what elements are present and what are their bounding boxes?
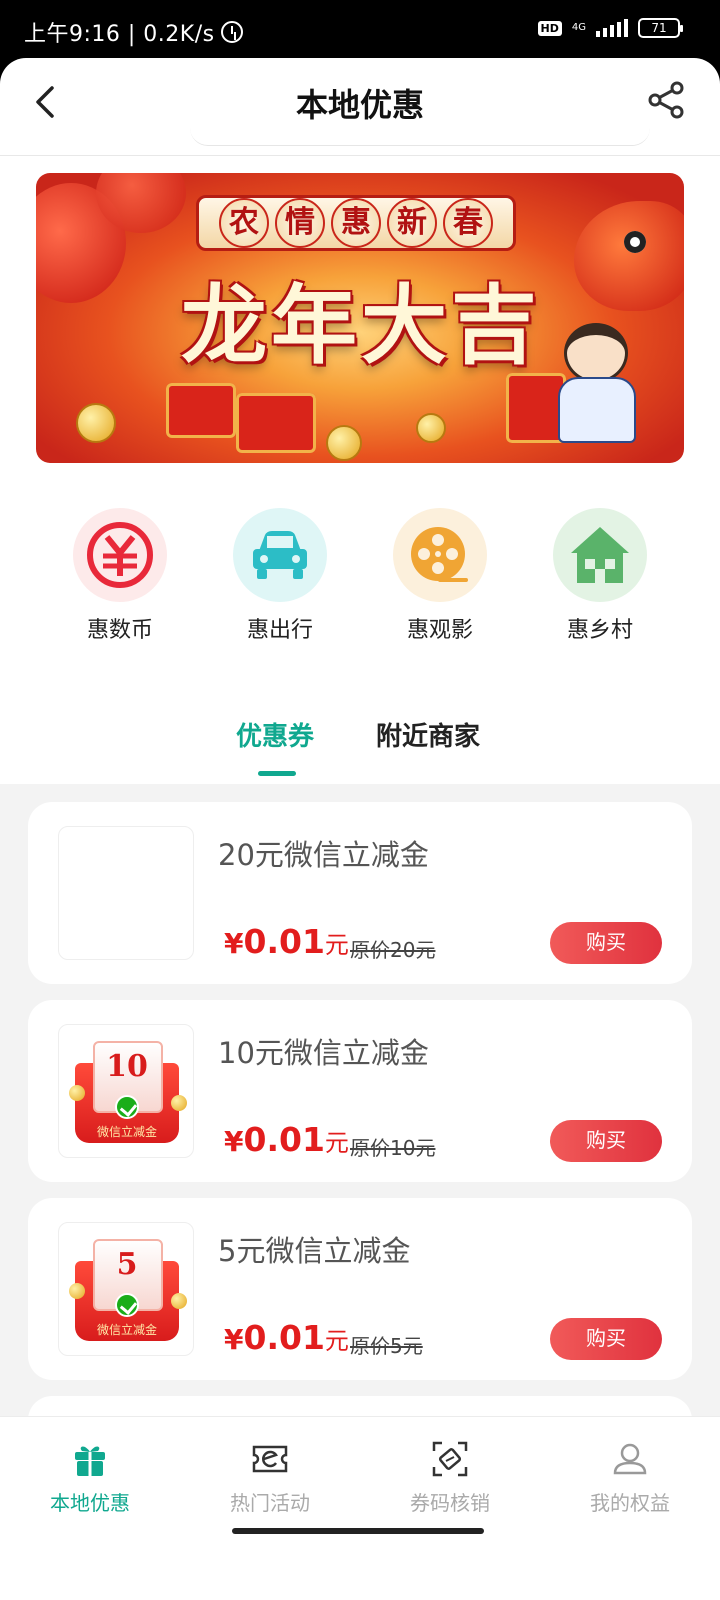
- currency-symbol: ¥: [224, 1125, 244, 1158]
- nav-label: 热门活动: [230, 1491, 310, 1515]
- coupon-price: ¥ 0.01 元: [224, 922, 349, 961]
- buy-button[interactable]: 购买: [550, 922, 662, 964]
- status-indicators: HD 4G 71: [537, 18, 683, 38]
- gold-coin-icon: [416, 413, 446, 443]
- check-icon: [115, 1293, 139, 1317]
- price-unit: 元: [324, 1327, 349, 1355]
- tab-coupons[interactable]: 优惠券: [236, 716, 314, 753]
- status-bar: 上午9:16 | 0.2K/s HD 4G 71: [0, 0, 720, 62]
- coupon-price: ¥ 0.01 元: [224, 1120, 349, 1159]
- promo-banner[interactable]: 农 情 惠 新 春 龙年大吉: [36, 173, 684, 463]
- film-reel-icon: [393, 508, 487, 602]
- banner-char: 惠: [331, 198, 381, 248]
- header: 本地优惠: [0, 58, 720, 156]
- coupon-price: ¥ 0.01 元: [224, 1318, 349, 1357]
- red-envelope-icon: [236, 393, 316, 453]
- child-figure-icon: [548, 323, 644, 443]
- price-unit: 元: [324, 931, 349, 959]
- category-hui-chuxing[interactable]: 惠出行: [215, 508, 345, 644]
- category-hui-guanying[interactable]: 惠观影: [375, 508, 505, 644]
- coupon-list: 20元微信立减金 ¥ 0.01 元 原价20元 购买 10 微信立减金 10元微…: [0, 784, 720, 1578]
- coupon-thumbnail: 5 微信立减金: [58, 1222, 194, 1356]
- coupon-title: 10元微信立减金: [218, 1036, 429, 1070]
- category-grid: 惠数币 惠出行 惠观影 惠乡村: [0, 508, 720, 644]
- category-hui-xiangcun[interactable]: 惠乡村: [535, 508, 665, 644]
- coupon-thumbnail: [58, 826, 194, 960]
- coupon-title: 5元微信立减金: [218, 1234, 411, 1268]
- active-tab-indicator: [258, 771, 296, 776]
- coupon-card[interactable]: 10 微信立减金 10元微信立减金 ¥ 0.01 元 原价10元 购买: [28, 1000, 692, 1182]
- bottom-nav: 本地优惠 热门活动 券码核销 我的权益: [0, 1416, 720, 1600]
- battery-level: 71: [651, 21, 667, 35]
- currency-symbol: ¥: [224, 927, 244, 960]
- currency-symbol: ¥: [224, 1323, 244, 1356]
- tab-nearby-merchants[interactable]: 附近商家: [376, 716, 480, 753]
- banner-char: 春: [443, 198, 493, 248]
- coupon-card[interactable]: 5 微信立减金 5元微信立减金 ¥ 0.01 元 原价5元 购买: [28, 1198, 692, 1380]
- scan-ticket-icon: [432, 1441, 468, 1477]
- wechat-coupon-badge-icon: 5 微信立减金: [59, 1223, 193, 1355]
- nav-code-redeem[interactable]: 券码核销: [360, 1439, 540, 1516]
- price-value: 0.01: [243, 1120, 325, 1159]
- app-screen: 本地优惠 农 情 惠 新 春 龙年大吉 惠数币 惠出行 惠观影 惠乡村 优惠券 …: [0, 58, 720, 1600]
- nav-my-benefits[interactable]: 我的权益: [540, 1439, 720, 1516]
- nav-hot-activities[interactable]: 热门活动: [180, 1439, 360, 1516]
- status-time-speed: 上午9:16 | 0.2K/s: [24, 16, 243, 48]
- buy-button[interactable]: 购买: [550, 1120, 662, 1162]
- wechat-coupon-badge-icon: 10 微信立减金: [59, 1025, 193, 1157]
- badge-value: 5: [116, 1247, 138, 1282]
- badge-label: 微信立减金: [96, 1323, 157, 1337]
- category-label: 惠出行: [246, 618, 313, 643]
- category-label: 惠数币: [86, 618, 153, 643]
- gold-coin-icon: [76, 403, 116, 443]
- share-icon[interactable]: [646, 80, 686, 120]
- network-type: 4G: [571, 22, 586, 33]
- buy-button[interactable]: 购买: [550, 1318, 662, 1360]
- coupon-card[interactable]: 20元微信立减金 ¥ 0.01 元 原价20元 购买: [28, 802, 692, 984]
- coupon-title: 20元微信立减金: [218, 838, 429, 872]
- collapsed-search-edge: [190, 124, 650, 146]
- home-indicator[interactable]: [232, 1528, 484, 1534]
- banner-top-plaque: 农 情 惠 新 春: [196, 195, 516, 251]
- house-icon: [553, 508, 647, 602]
- check-icon: [115, 1095, 139, 1119]
- banner-char: 情: [275, 198, 325, 248]
- gift-icon: [75, 1446, 105, 1476]
- price-unit: 元: [324, 1129, 349, 1157]
- nav-local-deals[interactable]: 本地优惠: [0, 1439, 180, 1516]
- category-label: 惠观影: [406, 618, 473, 643]
- original-price: 原价20元: [350, 938, 436, 962]
- nav-label: 我的权益: [590, 1491, 670, 1515]
- category-label: 惠乡村: [566, 618, 633, 643]
- banner-char: 农: [219, 198, 269, 248]
- badge-label: 微信立减金: [96, 1125, 157, 1139]
- ticket-e-icon: [252, 1445, 288, 1473]
- badge-value: 10: [106, 1049, 148, 1084]
- price-value: 0.01: [243, 1318, 325, 1357]
- battery-icon: 71: [638, 18, 683, 38]
- hd-badge: HD: [537, 20, 562, 36]
- original-price: 原价10元: [350, 1136, 436, 1160]
- tab-bar: 优惠券 附近商家: [0, 698, 720, 782]
- page-title: 本地优惠: [295, 86, 424, 124]
- banner-headline: 龙年大吉: [181, 275, 541, 376]
- nav-label: 券码核销: [410, 1491, 490, 1515]
- coupon-thumbnail: 10 微信立减金: [58, 1024, 194, 1158]
- yuan-coin-icon: [73, 508, 167, 602]
- price-value: 0.01: [243, 922, 325, 961]
- status-text: 上午9:16 | 0.2K/s: [24, 22, 215, 47]
- gold-coin-icon: [326, 425, 362, 461]
- nav-label: 本地优惠: [50, 1491, 130, 1515]
- banner-char: 新: [387, 198, 437, 248]
- category-hui-shubi[interactable]: 惠数币: [55, 508, 185, 644]
- alarm-icon: [220, 21, 243, 43]
- original-price: 原价5元: [350, 1334, 423, 1358]
- signal-icon: [596, 19, 628, 37]
- car-icon: [233, 508, 327, 602]
- red-envelope-icon: [166, 383, 236, 438]
- user-icon: [613, 1443, 647, 1475]
